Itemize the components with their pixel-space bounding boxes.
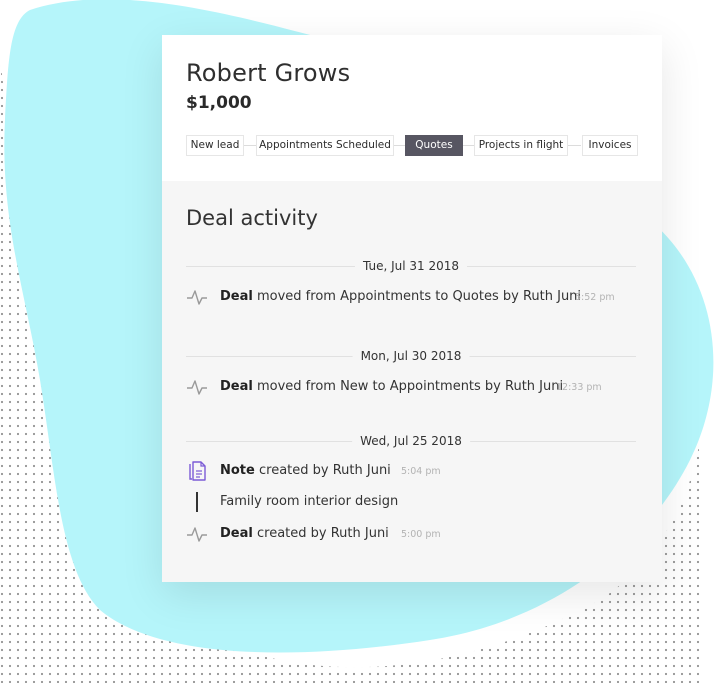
activity-time: 12:33 pm xyxy=(556,382,602,393)
activity-text: moved from New to Appointments by Ruth J… xyxy=(256,379,564,394)
activity-pulse-icon xyxy=(187,290,207,305)
date-divider: Wed, Jul 25 2018 xyxy=(186,434,636,448)
note-document-icon xyxy=(189,461,206,481)
date-divider: Tue, Jul 31 2018 xyxy=(186,259,636,273)
section-title: Deal activity xyxy=(186,206,318,230)
date-label: Tue, Jul 31 2018 xyxy=(354,259,468,273)
activity-text: created by Ruth Juni xyxy=(258,463,391,478)
activity-item: Deal moved from Appointments to Quotes b… xyxy=(186,288,636,308)
stage-new-lead[interactable]: New lead xyxy=(186,135,244,156)
activity-pulse-icon xyxy=(187,527,207,542)
stage-projects-in-flight[interactable]: Projects in flight xyxy=(474,135,568,156)
activity-item: Note created by Ruth Juni 5:04 pm xyxy=(186,461,636,482)
stage-connector xyxy=(242,145,257,146)
stage-appointments-scheduled[interactable]: Appointments Scheduled xyxy=(256,135,394,156)
deal-card: Robert Grows $1,000 New lead Appointment… xyxy=(162,35,662,582)
contact-name: Robert Grows xyxy=(186,59,351,87)
stage-connector xyxy=(566,145,581,146)
activity-subject: Deal xyxy=(220,526,253,541)
activity-subject: Deal xyxy=(220,289,253,304)
activity-pulse-icon xyxy=(187,380,207,395)
activity-subject: Deal xyxy=(220,379,253,394)
activity-time: 5:00 pm xyxy=(401,529,441,540)
date-label: Wed, Jul 25 2018 xyxy=(352,434,470,448)
activity-item: Deal moved from New to Appointments by R… xyxy=(186,378,636,398)
activity-subject: Note xyxy=(220,463,255,478)
activity-time: 5:52 pm xyxy=(575,292,615,303)
stage-invoices[interactable]: Invoices xyxy=(582,135,638,156)
deal-header: Robert Grows $1,000 New lead Appointment… xyxy=(162,35,662,181)
activity-text: created by Ruth Juni xyxy=(256,526,389,541)
date-divider: Mon, Jul 30 2018 xyxy=(186,349,636,363)
date-label: Mon, Jul 30 2018 xyxy=(352,349,470,363)
activity-item: Deal created by Ruth Juni 5:00 pm xyxy=(186,525,636,545)
note-body: Family room interior design xyxy=(220,494,399,509)
activity-time: 5:04 pm xyxy=(401,466,441,477)
activity-text: moved from Appointments to Quotes by Rut… xyxy=(256,289,582,304)
note-indent-bar xyxy=(196,492,198,512)
stage-quotes[interactable]: Quotes xyxy=(405,135,463,156)
deal-amount: $1,000 xyxy=(186,93,252,113)
